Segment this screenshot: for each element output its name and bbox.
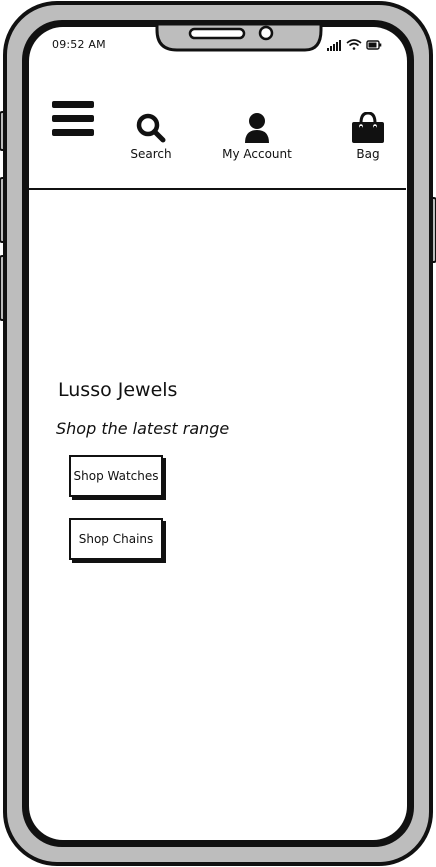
wifi-icon bbox=[346, 39, 362, 50]
speaker-grille bbox=[188, 27, 246, 40]
brand-title: Lusso Jewels bbox=[58, 379, 178, 401]
battery-icon bbox=[366, 40, 382, 50]
status-time: 09:52 AM bbox=[52, 38, 106, 51]
search-label: Search bbox=[130, 147, 172, 161]
search-icon bbox=[136, 113, 166, 143]
shop-chains-button[interactable]: Shop Chains bbox=[69, 518, 163, 560]
my-account-button[interactable]: My Account bbox=[218, 112, 296, 168]
search-button[interactable]: Search bbox=[124, 112, 178, 168]
bag-button[interactable]: Bag bbox=[344, 112, 392, 168]
front-camera bbox=[258, 25, 274, 41]
status-icons bbox=[327, 39, 382, 51]
hamburger-menu-icon[interactable] bbox=[52, 100, 94, 138]
header-divider bbox=[28, 188, 406, 190]
shop-watches-button[interactable]: Shop Watches bbox=[69, 455, 163, 497]
user-icon bbox=[245, 113, 269, 143]
signal-icon bbox=[327, 40, 341, 51]
tagline: Shop the latest range bbox=[56, 419, 230, 438]
phone-mockup: 09:52 AM Search My Account Bag Lusso Jew… bbox=[0, 0, 436, 867]
shopping-bag-icon bbox=[352, 112, 384, 143]
my-account-label: My Account bbox=[222, 147, 292, 161]
bag-label: Bag bbox=[356, 147, 380, 161]
